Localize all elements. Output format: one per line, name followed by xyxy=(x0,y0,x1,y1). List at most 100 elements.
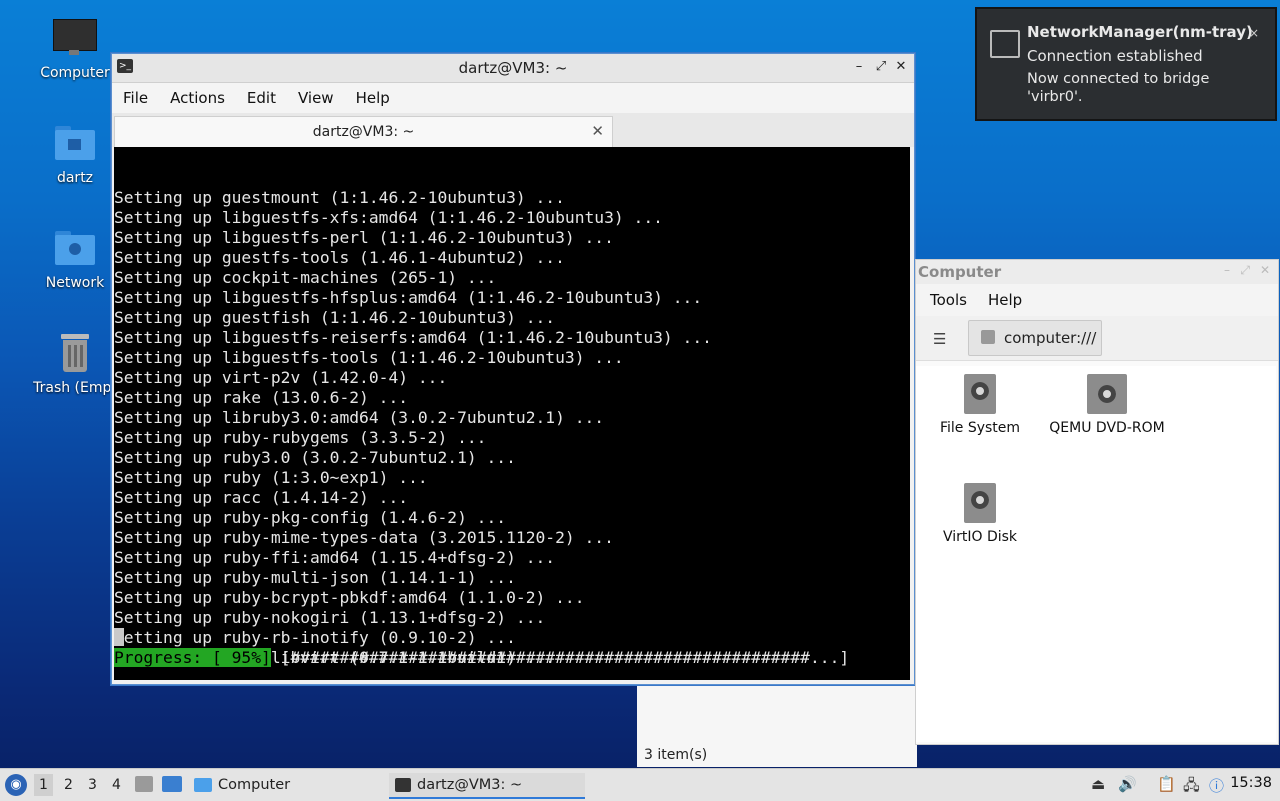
progress-label: Progress: [ 95%] xyxy=(114,648,271,667)
terminal-line: Setting up ruby-nokogiri (1.13.1+dfsg-2)… xyxy=(114,608,546,627)
terminal-window[interactable]: >_ dartz@VM3: ~ – ⤢ ✕ File Actions Edit … xyxy=(111,53,915,685)
taskbar-task-computer[interactable]: Computer xyxy=(194,773,374,797)
eject-icon[interactable]: ⏏ xyxy=(1091,775,1105,793)
clock[interactable]: 15:38 xyxy=(1230,775,1272,791)
taskbar: ◉ 1 2 3 4 Computer dartz@VM3: ~ ⏏ 🔊 📋 🖧 … xyxy=(0,768,1280,801)
folder-icon xyxy=(194,778,212,792)
notification-line1: Connection established xyxy=(1027,47,1203,65)
file-manager-back-panel: 3 item(s) xyxy=(637,683,917,767)
terminal-lines: Setting up guestmount (1:1.46.2-10ubuntu… xyxy=(114,187,910,668)
terminal-line: Setting up ruby-ffi:amd64 (1.15.4+dfsg-2… xyxy=(114,548,556,567)
terminal-line: Setting up racc (1.4.14-2) ... xyxy=(114,488,409,507)
terminal-tabbar: dartz@VM3: ~ ✕ xyxy=(112,113,914,147)
terminal-line: Setting up guestfs-tools (1.46.1-4ubuntu… xyxy=(114,248,565,267)
desktop-icon-computer[interactable]: Computer xyxy=(29,17,121,81)
terminal-cursor xyxy=(114,628,124,648)
desktop-icon-label: Computer xyxy=(40,65,110,81)
file-manager-content[interactable]: File System QEMU DVD-ROM VirtIO Disk xyxy=(916,366,1276,742)
terminal-line: Setting up cockpit-machines (265-1) ... xyxy=(114,268,497,287)
terminal-tab-label: dartz@VM3: ~ xyxy=(312,124,415,140)
drive-label: VirtIO Disk xyxy=(942,529,1018,545)
terminal-output[interactable]: Setting up guestmount (1:1.46.2-10ubuntu… xyxy=(114,147,910,680)
menu-file[interactable]: File xyxy=(112,89,159,107)
menu-help[interactable]: Help xyxy=(974,291,1029,309)
menu-help[interactable]: Help xyxy=(345,89,401,107)
file-manager-launcher-icon[interactable] xyxy=(135,776,153,792)
menu-view[interactable]: View xyxy=(287,89,345,107)
progress-line: Progress: [ 95%] [######################… xyxy=(114,648,849,668)
desktop-icon-home[interactable]: dartz xyxy=(29,122,121,186)
maximize-icon[interactable]: ⤢ xyxy=(872,58,890,76)
file-manager-titlebar[interactable]: Computer – ⤢ ✕ xyxy=(916,260,1278,284)
terminal-line: Setting up ruby-mime-types-data (3.2015.… xyxy=(114,528,614,547)
notification-title: NetworkManager(nm-tray) xyxy=(1027,23,1253,41)
notification-close-icon[interactable]: × xyxy=(1249,26,1259,40)
list-view-icon[interactable]: ☰ xyxy=(933,330,946,348)
drive-file-system[interactable]: File System xyxy=(932,374,1028,436)
tab-close-icon[interactable]: ✕ xyxy=(591,122,604,140)
close-icon[interactable]: ✕ xyxy=(892,58,910,76)
show-desktop-icon[interactable] xyxy=(162,776,182,792)
menu-tools[interactable]: Tools xyxy=(916,291,974,309)
drive-qemu-dvd-rom[interactable]: QEMU DVD-ROM xyxy=(1042,374,1172,436)
start-menu-icon[interactable]: ◉ xyxy=(5,774,27,796)
network-folder-icon xyxy=(53,227,97,271)
clipboard-icon[interactable]: 📋 xyxy=(1157,775,1176,793)
workspace-4[interactable]: 4 xyxy=(112,777,121,793)
workspace-3[interactable]: 3 xyxy=(88,777,97,793)
desktop-icon-label: dartz xyxy=(56,170,94,186)
menu-actions[interactable]: Actions xyxy=(159,89,236,107)
terminal-line: Setting up libguestfs-xfs:amd64 (1:1.46.… xyxy=(114,208,663,227)
hard-drive-icon xyxy=(964,483,996,523)
minimize-icon[interactable]: – xyxy=(1224,263,1230,277)
maximize-icon[interactable]: ⤢ xyxy=(1240,263,1250,278)
terminal-icon xyxy=(395,778,411,792)
trash-icon xyxy=(53,332,97,376)
desktop-icon-trash[interactable]: Trash (Empt xyxy=(29,332,121,396)
task-label: dartz@VM3: ~ xyxy=(417,777,523,793)
desktop-icon-network[interactable]: Network xyxy=(29,227,121,291)
terminal-line: Setting up ruby3.0 (3.0.2-7ubuntu2.1) ..… xyxy=(114,448,516,467)
terminal-line: Setting up ruby-multi-json (1.14.1-1) ..… xyxy=(114,568,516,587)
update-notifier-icon[interactable]: ⓘ xyxy=(1209,775,1224,796)
terminal-line: Setting up ruby-bcrypt-pbkdf:amd64 (1.1.… xyxy=(114,588,585,607)
terminal-line: Setting up ruby (1:3.0~exp1) ... xyxy=(114,468,428,487)
monitor-icon xyxy=(53,17,97,61)
drive-label: File System xyxy=(939,420,1021,436)
location-button[interactable]: computer:/// xyxy=(968,320,1102,356)
desktop-icon-label: Trash (Empt xyxy=(33,380,117,396)
location-text: computer:/// xyxy=(1004,329,1097,347)
status-bar-text: 3 item(s) xyxy=(644,747,708,763)
terminal-line: Setting up ruby-pkg-config (1.4.6-2) ... xyxy=(114,508,507,527)
terminal-titlebar[interactable]: >_ dartz@VM3: ~ – ⤢ ✕ xyxy=(112,54,914,83)
notification-popup[interactable]: NetworkManager(nm-tray) Connection estab… xyxy=(975,7,1277,121)
desktop-icon-label: Network xyxy=(45,275,105,291)
terminal-line: Setting up libguestfs-hfsplus:amd64 (1:1… xyxy=(114,288,703,307)
terminal-tab[interactable]: dartz@VM3: ~ ✕ xyxy=(114,116,613,147)
terminal-line: Setting up libguestfs-tools (1:1.46.2-10… xyxy=(114,348,624,367)
terminal-line: Setting up rake (13.0.6-2) ... xyxy=(114,388,409,407)
progress-bar-text: [#######################################… xyxy=(270,648,850,667)
terminal-menubar: File Actions Edit View Help xyxy=(112,83,914,113)
terminal-line: Setting up ruby-rubygems (3.3.5-2) ... xyxy=(114,428,487,447)
notification-line2: Now connected to bridge 'virbr0'. xyxy=(1027,71,1210,105)
terminal-line: Setting up guestfish (1:1.46.2-10ubuntu3… xyxy=(114,308,556,327)
network-tray-icon[interactable]: 🖧 xyxy=(1183,775,1200,800)
terminal-line: Setting up libguestfs-reiserfs:amd64 (1:… xyxy=(114,328,712,347)
minimize-icon[interactable]: – xyxy=(850,58,868,76)
volume-icon[interactable]: 🔊 xyxy=(1118,775,1137,793)
drive-label: QEMU DVD-ROM xyxy=(1049,420,1165,436)
workspace-2[interactable]: 2 xyxy=(64,777,73,793)
network-wired-icon xyxy=(990,30,1020,58)
terminal-window-title: dartz@VM3: ~ xyxy=(458,59,568,77)
task-label: Computer xyxy=(218,777,291,793)
optical-drive-icon xyxy=(1087,374,1127,414)
file-manager-window[interactable]: Computer – ⤢ ✕ Tools Help ☰ computer:///… xyxy=(915,259,1279,745)
terminal-line: Setting up libruby3.0:amd64 (3.0.2-7ubun… xyxy=(114,408,605,427)
terminal-line: Setting up ruby-rb-inotify (0.9.10-2) ..… xyxy=(114,628,516,647)
workspace-1[interactable]: 1 xyxy=(34,774,53,796)
drive-virtio-disk[interactable]: VirtIO Disk xyxy=(932,483,1028,545)
close-icon[interactable]: ✕ xyxy=(1260,263,1270,277)
menu-edit[interactable]: Edit xyxy=(236,89,287,107)
taskbar-task-terminal[interactable]: dartz@VM3: ~ xyxy=(389,773,585,799)
